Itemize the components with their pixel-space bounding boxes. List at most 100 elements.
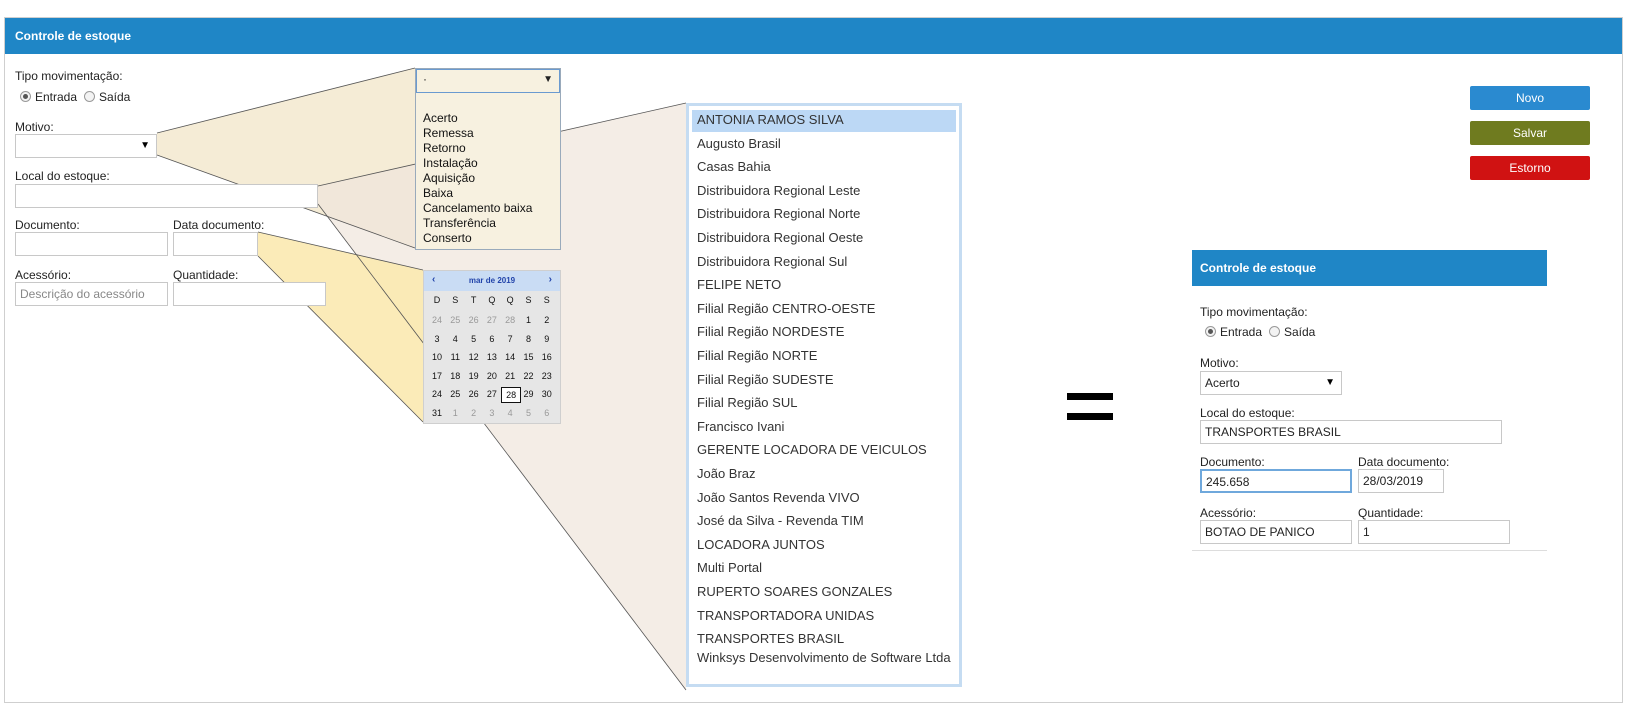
local-estoque-list: ANTONIA RAMOS SILVA Augusto Brasil Casas B…: [686, 103, 962, 687]
result-quantidade-input[interactable]: 1: [1358, 520, 1510, 544]
calendar-day[interactable]: 22: [520, 369, 538, 383]
local-input[interactable]: [15, 184, 318, 208]
calendar-day[interactable]: 1: [446, 406, 464, 420]
calendar-day[interactable]: 31: [428, 406, 446, 420]
result-local-input[interactable]: TRANSPORTES BRASIL: [1200, 420, 1502, 444]
calendar-day[interactable]: 5: [520, 406, 538, 420]
location-option[interactable]: TRANSPORTES BRASIL: [697, 631, 844, 646]
result-motivo-select[interactable]: Acerto ▼: [1200, 371, 1342, 395]
calendar-day[interactable]: 18: [446, 369, 464, 383]
location-option[interactable]: Distribuidora Regional Leste: [697, 183, 860, 198]
location-option[interactable]: Francisco Ivani: [697, 419, 784, 434]
calendar-day-selected[interactable]: 28: [501, 387, 522, 403]
calendar-day[interactable]: 7: [501, 332, 519, 346]
chevron-down-icon: ▼: [543, 74, 553, 85]
calendar-day[interactable]: 3: [483, 406, 501, 420]
calendar-day[interactable]: 25: [446, 313, 464, 327]
location-option[interactable]: Filial Região SUDESTE: [697, 372, 834, 387]
location-option[interactable]: ANTONIA RAMOS SILVA: [697, 112, 844, 127]
location-option[interactable]: Filial Região NORDESTE: [697, 324, 844, 339]
location-option[interactable]: Distribuidora Regional Sul: [697, 254, 847, 269]
calendar-day[interactable]: 25: [446, 387, 464, 401]
calendar-day[interactable]: 23: [538, 369, 556, 383]
calendar-day[interactable]: 11: [446, 350, 464, 364]
calendar-day[interactable]: 6: [538, 406, 556, 420]
location-option[interactable]: José da Silva - Revenda TIM: [697, 513, 864, 528]
calendar-day[interactable]: 27: [483, 387, 501, 401]
location-option[interactable]: Filial Região CENTRO-OESTE: [697, 301, 875, 316]
motivo-option[interactable]: Remessa: [423, 126, 532, 141]
location-option[interactable]: Distribuidora Regional Oeste: [697, 230, 863, 245]
calendar-day[interactable]: 28: [501, 313, 519, 327]
calendar-day[interactable]: 2: [465, 406, 483, 420]
calendar-day[interactable]: 30: [538, 387, 556, 401]
location-option[interactable]: Filial Região SUL: [697, 395, 797, 410]
motivo-option[interactable]: Instalação: [423, 156, 532, 171]
novo-button[interactable]: Novo: [1470, 86, 1590, 110]
calendar-day[interactable]: 26: [465, 313, 483, 327]
location-option[interactable]: Winksys Desenvolvimento de Software Ltda: [697, 650, 951, 665]
calendar-day[interactable]: 24: [428, 387, 446, 401]
location-option[interactable]: Casas Bahia: [697, 159, 771, 174]
calendar-day[interactable]: 16: [538, 350, 556, 364]
location-option[interactable]: FELIPE NETO: [697, 277, 781, 292]
location-option[interactable]: Filial Região NORTE: [697, 348, 817, 363]
location-option[interactable]: TRANSPORTADORA UNIDAS: [697, 608, 874, 623]
calendar-day[interactable]: 6: [483, 332, 501, 346]
motivo-option[interactable]: Conserto: [423, 231, 532, 246]
calendar-day[interactable]: 5: [465, 332, 483, 346]
calendar-day[interactable]: 26: [465, 387, 483, 401]
motivo-option[interactable]: Acerto: [423, 111, 532, 126]
location-option[interactable]: Augusto Brasil: [697, 136, 781, 151]
data-documento-input[interactable]: [173, 232, 258, 256]
calendar-day[interactable]: 15: [520, 350, 538, 364]
location-option[interactable]: Multi Portal: [697, 560, 762, 575]
motivo-option[interactable]: Transferência: [423, 216, 532, 231]
calendar-day[interactable]: 3: [428, 332, 446, 346]
result-entrada-radio[interactable]: [1205, 326, 1216, 337]
location-option[interactable]: RUPERTO SOARES GONZALES: [697, 584, 892, 599]
result-data-input[interactable]: 28/03/2019: [1358, 469, 1444, 493]
entrada-radio[interactable]: [20, 91, 31, 102]
location-option[interactable]: GERENTE LOCADORA DE VEICULOS: [697, 442, 927, 457]
result-saida-radio[interactable]: [1269, 326, 1280, 337]
calendar-day[interactable]: 10: [428, 350, 446, 364]
location-option[interactable]: Distribuidora Regional Norte: [697, 206, 860, 221]
calendar-day[interactable]: 12: [465, 350, 483, 364]
motivo-option[interactable]: Retorno: [423, 141, 532, 156]
calendar-day[interactable]: 9: [538, 332, 556, 346]
motivo-dropdown-select[interactable]: · ▼: [416, 69, 560, 93]
calendar-day[interactable]: 1: [520, 313, 538, 327]
motivo-option[interactable]: Cancelamento baixa: [423, 201, 532, 216]
location-option[interactable]: LOCADORA JUNTOS: [697, 537, 825, 552]
calendar-day[interactable]: 14: [501, 350, 519, 364]
salvar-button[interactable]: Salvar: [1470, 121, 1590, 145]
calendar-day[interactable]: 20: [483, 369, 501, 383]
calendar-day[interactable]: 13: [483, 350, 501, 364]
acessorio-input[interactable]: Descrição do acessório: [15, 282, 168, 306]
location-option[interactable]: João Santos Revenda VIVO: [697, 490, 860, 505]
result-data-label: Data documento:: [1358, 455, 1450, 469]
next-month-button[interactable]: ›: [549, 274, 552, 285]
calendar-day[interactable]: 21: [501, 369, 519, 383]
motivo-option[interactable]: Aquisição: [423, 171, 532, 186]
calendar-day[interactable]: 4: [446, 332, 464, 346]
calendar-day[interactable]: 17: [428, 369, 446, 383]
calendar-day[interactable]: 24: [428, 313, 446, 327]
result-entrada-label: Entrada: [1220, 325, 1263, 339]
documento-input[interactable]: [15, 232, 168, 256]
result-acessorio-input[interactable]: BOTAO DE PANICO: [1200, 520, 1352, 544]
calendar-day[interactable]: 27: [483, 313, 501, 327]
saida-radio[interactable]: [84, 91, 95, 102]
motivo-select[interactable]: ▼: [15, 134, 157, 158]
calendar-day[interactable]: 2: [538, 313, 556, 327]
estorno-button[interactable]: Estorno: [1470, 156, 1590, 180]
motivo-option[interactable]: Baixa: [423, 186, 532, 201]
calendar-day[interactable]: 4: [501, 406, 519, 420]
quantidade-input[interactable]: [173, 282, 326, 306]
result-documento-input[interactable]: 245.658: [1200, 469, 1352, 493]
location-option[interactable]: João Braz: [697, 466, 756, 481]
calendar-day[interactable]: 29: [520, 387, 538, 401]
calendar-day[interactable]: 19: [465, 369, 483, 383]
calendar-day[interactable]: 8: [520, 332, 538, 346]
